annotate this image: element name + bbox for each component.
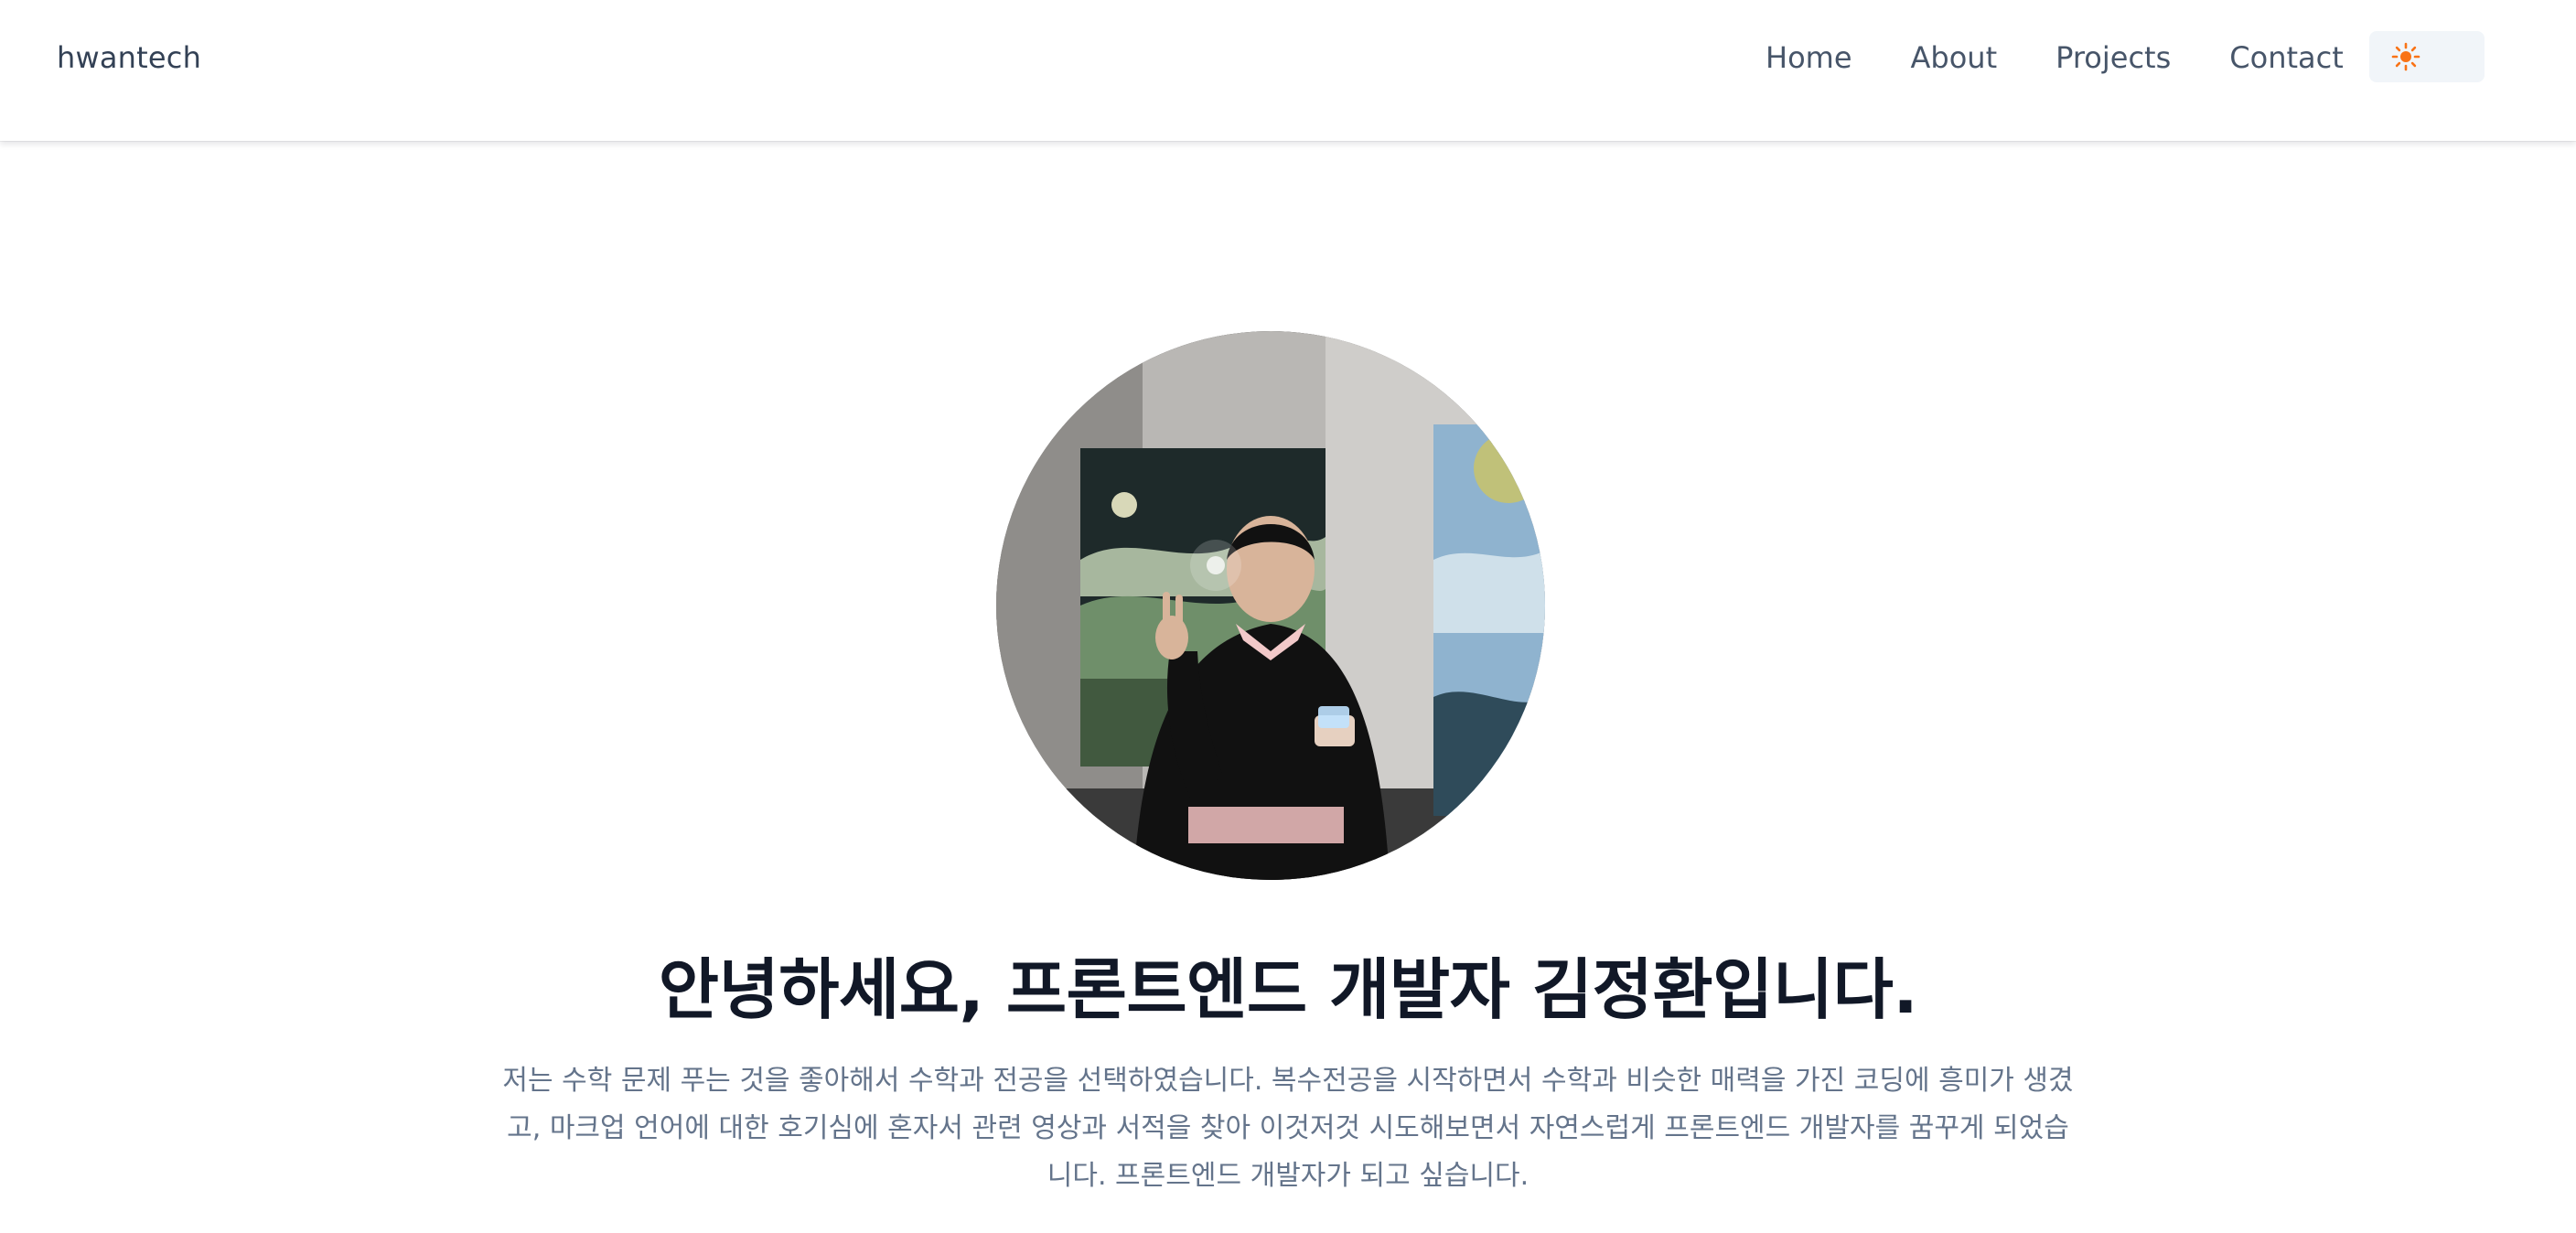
theme-toggle-button[interactable]	[2369, 31, 2485, 82]
page: hwantech Home About Projects Contact 안녕하…	[0, 0, 2576, 1233]
hero-intro-paragraph: 저는 수학 문제 푸는 것을 좋아해서 수학과 전공을 선택하였습니다. 복수전…	[502, 1065, 2074, 1192]
nav-link-contact[interactable]: Contact	[2229, 35, 2344, 80]
brand-logo[interactable]: hwantech	[57, 38, 201, 77]
profile-photo-illustration	[996, 331, 1545, 880]
hero-headline: 안녕하세요, 프론트엔드 개발자 김정환입니다.	[658, 951, 1918, 1028]
main-nav: Home About Projects Contact	[1766, 35, 2344, 80]
navbar: hwantech Home About Projects Contact	[0, 0, 2576, 141]
nav-link-home[interactable]: Home	[1766, 35, 1852, 80]
nav-link-about[interactable]: About	[1911, 35, 1998, 80]
sun-icon	[2391, 42, 2420, 71]
profile-photo	[996, 331, 1545, 880]
nav-link-projects[interactable]: Projects	[2055, 35, 2171, 80]
